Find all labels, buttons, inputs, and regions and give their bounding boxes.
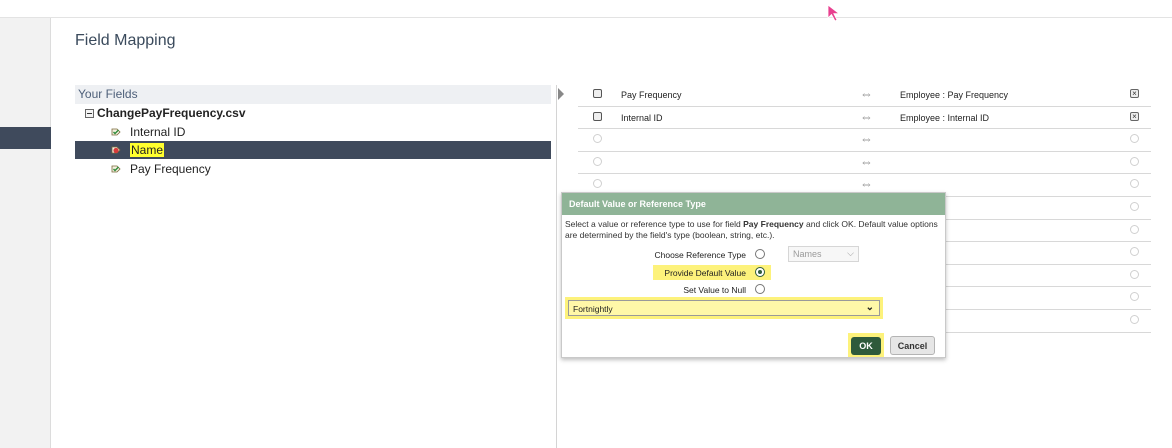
dialog-description: Select a value or reference type to use … bbox=[562, 215, 945, 241]
tree-item-name[interactable]: Name bbox=[75, 141, 551, 159]
tree-item-label: Internal ID bbox=[130, 125, 186, 139]
mapping-row[interactable]: Internal ID ⇔ Employee : Internal ID × bbox=[578, 107, 1151, 130]
mapping-row-empty[interactable]: ⇔× bbox=[578, 152, 1151, 175]
ok-button[interactable]: OK bbox=[851, 337, 881, 355]
edit-mapping-icon[interactable] bbox=[593, 179, 602, 189]
delete-mapping-icon[interactable]: × bbox=[1130, 179, 1139, 189]
default-value-text: Fortnightly bbox=[573, 304, 613, 314]
dialog-desc-pre: Select a value or reference type to use … bbox=[565, 219, 744, 229]
bidirectional-arrow-icon: ⇔ bbox=[860, 131, 873, 147]
delete-mapping-icon[interactable]: × bbox=[1130, 156, 1139, 166]
bidirectional-arrow-icon: ⇔ bbox=[860, 86, 873, 101]
delete-mapping-icon[interactable]: × bbox=[1130, 224, 1139, 234]
tree-root-label: ChangePayFrequency.csv bbox=[97, 106, 246, 120]
choose-reference-type-label: Choose Reference Type bbox=[654, 250, 746, 260]
expand-arrow-icon[interactable] bbox=[558, 88, 564, 100]
dialog-desc-field: Pay Frequency bbox=[743, 219, 804, 229]
delete-mapping-icon[interactable]: × bbox=[1130, 292, 1139, 302]
cancel-button[interactable]: Cancel bbox=[890, 336, 935, 355]
field-mapped-icon bbox=[111, 165, 121, 173]
set-null-radio[interactable] bbox=[755, 284, 765, 294]
panel-divider bbox=[556, 85, 557, 448]
mapping-target: Employee : Pay Frequency bbox=[900, 90, 1009, 100]
ok-button-highlight: OK bbox=[848, 333, 884, 357]
tree-root-file[interactable]: ChangePayFrequency.csv bbox=[85, 106, 246, 120]
mouse-pointer-icon bbox=[827, 4, 841, 27]
mapping-source: Pay Frequency bbox=[621, 90, 682, 100]
delete-mapping-icon[interactable]: × bbox=[1130, 269, 1139, 279]
delete-mapping-icon[interactable]: × bbox=[1130, 247, 1139, 257]
tree-item-pay-frequency[interactable]: Pay Frequency bbox=[75, 160, 551, 178]
delete-mapping-icon[interactable]: × bbox=[1130, 89, 1139, 98]
top-bar bbox=[0, 0, 1172, 18]
left-nav-rail bbox=[0, 18, 51, 448]
bidirectional-arrow-icon: ⇔ bbox=[860, 153, 873, 169]
edit-mapping-icon[interactable] bbox=[593, 156, 602, 166]
dialog-title: Default Value or Reference Type bbox=[562, 193, 945, 215]
delete-mapping-icon[interactable]: × bbox=[1130, 134, 1139, 144]
edit-mapping-icon[interactable] bbox=[593, 111, 602, 121]
provide-default-value-label: Provide Default Value bbox=[664, 268, 746, 278]
default-value-dialog: Default Value or Reference Type Select a… bbox=[561, 192, 946, 358]
reference-type-select[interactable]: Names ⌵ bbox=[788, 246, 859, 262]
mapping-row[interactable]: Pay Frequency ⇔ Employee : Pay Frequency… bbox=[578, 84, 1151, 107]
tree-item-label: Pay Frequency bbox=[130, 162, 211, 176]
set-null-label: Set Value to Null bbox=[683, 285, 746, 295]
delete-mapping-icon[interactable]: × bbox=[1130, 314, 1139, 324]
page-title: Field Mapping bbox=[75, 32, 176, 49]
mapping-source: Internal ID bbox=[621, 112, 663, 123]
bidirectional-arrow-icon: ⇔ bbox=[860, 176, 873, 192]
mapping-target: Employee : Internal ID bbox=[900, 112, 990, 123]
choose-reference-type-radio[interactable] bbox=[755, 249, 765, 259]
mapping-row-empty[interactable]: ⇔× bbox=[578, 129, 1151, 152]
provide-default-value-radio[interactable] bbox=[755, 267, 765, 277]
bidirectional-arrow-icon: ⇔ bbox=[860, 108, 873, 124]
field-mapped-icon bbox=[111, 128, 121, 136]
chevron-down-icon: ⌵ bbox=[847, 248, 854, 258]
collapse-icon[interactable] bbox=[85, 108, 94, 118]
your-fields-header: Your Fields bbox=[75, 85, 551, 104]
tree-item-label: Name bbox=[130, 143, 165, 157]
default-value-select[interactable]: Fortnightly ⌄ bbox=[565, 297, 883, 319]
left-nav-selected-item[interactable] bbox=[0, 127, 51, 149]
reference-type-value: Names bbox=[793, 249, 822, 259]
tree-item-internal-id[interactable]: Internal ID bbox=[75, 123, 551, 141]
edit-mapping-icon[interactable] bbox=[593, 89, 602, 98]
delete-mapping-icon[interactable]: × bbox=[1130, 201, 1139, 211]
edit-mapping-icon[interactable] bbox=[593, 134, 602, 144]
delete-mapping-icon[interactable]: × bbox=[1130, 111, 1139, 121]
field-unmapped-icon bbox=[111, 146, 121, 154]
chevron-down-icon: ⌄ bbox=[865, 302, 874, 313]
